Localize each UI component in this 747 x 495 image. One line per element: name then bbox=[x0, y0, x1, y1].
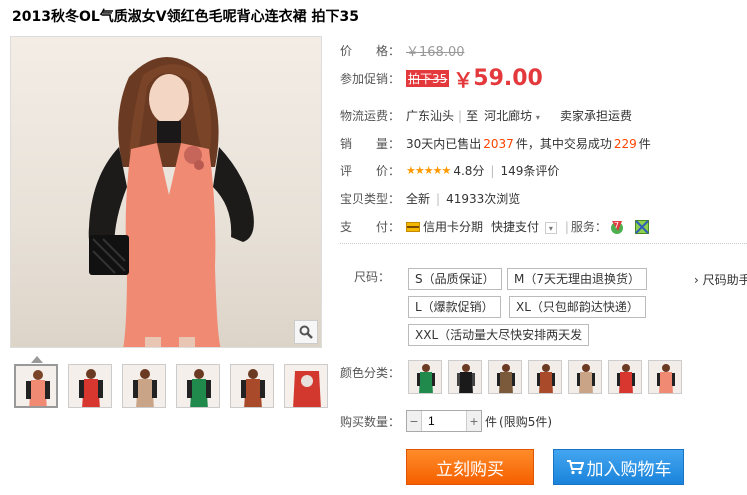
rating-row: 评 价： ★★★★★ 4.8分 | 149条评价 bbox=[340, 162, 560, 179]
section-divider bbox=[340, 243, 747, 244]
seven-day-return-icon[interactable]: 7 bbox=[609, 219, 625, 235]
thumbnail[interactable] bbox=[68, 364, 112, 408]
decrement-button[interactable]: − bbox=[407, 411, 421, 431]
item-type-row: 宝贝类型： 全新 | 41933次浏览 bbox=[340, 191, 521, 207]
shipping-note: 卖家承担运费 bbox=[559, 109, 632, 123]
promo-row: 参加促销： 拍下35 ￥ 59.00 bbox=[340, 64, 543, 93]
add-to-cart-button[interactable]: 加入购物车 bbox=[553, 449, 684, 485]
chevron-down-icon: ▾ bbox=[544, 222, 557, 234]
sales-label: 销 量： bbox=[340, 137, 401, 151]
promo-tag: 拍下35 bbox=[406, 70, 450, 87]
size-option-l[interactable]: L（爆款促销） bbox=[408, 296, 501, 318]
size-option-xl[interactable]: XL（只包邮韵达快递） bbox=[509, 296, 646, 318]
ship-to-selector[interactable]: 河北廊坊 ▾ bbox=[484, 107, 540, 124]
color-swatch[interactable] bbox=[528, 360, 562, 394]
ship-from: 广东汕头 bbox=[406, 109, 455, 123]
quick-pay: 快捷支付 bbox=[491, 220, 540, 234]
rating-score: 4.8分 bbox=[453, 164, 485, 178]
main-product-image[interactable] bbox=[10, 36, 322, 348]
thumbnail[interactable] bbox=[176, 364, 220, 408]
increment-button[interactable]: + bbox=[467, 411, 481, 431]
shipping-row: 物流运费： 广东汕头 | 至 河北廊坊 ▾ 卖家承担运费 bbox=[340, 107, 632, 124]
product-title: 2013秋冬OL气质淑女V领红色毛呢背心连衣裙 拍下35 bbox=[12, 9, 359, 25]
review-count-link[interactable]: 149条评价 bbox=[500, 162, 559, 179]
thumbnail[interactable] bbox=[122, 364, 166, 408]
add-to-cart-label: 加入购物车 bbox=[586, 459, 672, 480]
ship-to-word: 至 bbox=[466, 109, 479, 123]
quantity-stepper: − + bbox=[406, 410, 482, 432]
view-count: 41933次浏览 bbox=[446, 192, 521, 206]
payment-label: 支 付： bbox=[340, 220, 401, 234]
sales-mid: 件，其中交易成功 bbox=[515, 137, 612, 151]
shipping-label: 物流运费： bbox=[340, 109, 401, 123]
sales-prefix: 30天内已售出 bbox=[406, 137, 482, 151]
color-swatch[interactable] bbox=[608, 360, 642, 394]
star-rating-icon: ★★★★★ bbox=[406, 164, 451, 177]
quantity-unit: 件 bbox=[485, 414, 498, 429]
thumbnail[interactable] bbox=[14, 364, 58, 408]
thumbnail-strip bbox=[14, 364, 328, 408]
quantity-row: 购买数量： − + 件 (限购5件) bbox=[340, 410, 552, 432]
guarantee-icon[interactable] bbox=[634, 219, 649, 234]
size-option-m[interactable]: M（7天无理由退换货） bbox=[507, 268, 647, 290]
color-swatch[interactable] bbox=[408, 360, 442, 394]
thumbnail[interactable] bbox=[230, 364, 274, 408]
color-swatch[interactable] bbox=[648, 360, 682, 394]
size-option-s[interactable]: S（品质保证） bbox=[408, 268, 502, 290]
size-helper-link[interactable]: › 尺码助手 bbox=[694, 271, 747, 288]
color-swatch[interactable] bbox=[568, 360, 602, 394]
size-option-xxl[interactable]: XXL（活动量大尽快安排两天发 bbox=[408, 324, 590, 346]
thumbnail[interactable] bbox=[284, 364, 328, 408]
color-label: 颜色分类： bbox=[340, 366, 401, 380]
quick-pay-selector[interactable]: 快捷支付 ▾ bbox=[491, 218, 557, 235]
credit-installment[interactable]: 信用卡分期 bbox=[423, 218, 483, 235]
promo-price: 59.00 bbox=[473, 66, 543, 91]
service-label: 服务： bbox=[570, 220, 607, 234]
model-illustration bbox=[88, 57, 254, 347]
item-condition: 全新 bbox=[406, 192, 431, 206]
magnifier-icon bbox=[299, 325, 313, 339]
success-count: 229 bbox=[613, 136, 637, 151]
color-swatches bbox=[408, 360, 682, 394]
color-swatch[interactable] bbox=[488, 360, 522, 394]
rating-label: 评 价： bbox=[340, 164, 401, 178]
buy-now-button[interactable]: 立刻购买 bbox=[406, 449, 534, 485]
quantity-label: 购买数量： bbox=[340, 414, 401, 429]
currency-symbol: ￥ bbox=[453, 68, 474, 92]
payment-row: 支 付： 信用卡分期 快捷支付 ▾ | 服务： 7 bbox=[340, 218, 649, 235]
quantity-limit: (限购5件) bbox=[499, 414, 553, 429]
cart-icon bbox=[566, 460, 584, 475]
price-row: 价 格： ￥168.00 bbox=[340, 41, 465, 60]
color-row: 颜色分类： bbox=[340, 364, 406, 381]
quantity-input[interactable] bbox=[421, 411, 467, 431]
original-price: ￥168.00 bbox=[406, 45, 465, 60]
sold-count: 2037 bbox=[483, 136, 514, 151]
sales-row: 销 量： 30天内已售出 2037 件，其中交易成功 229 件 bbox=[340, 135, 651, 152]
buy-now-label: 立刻购买 bbox=[436, 459, 504, 480]
ship-to: 河北廊坊 bbox=[484, 109, 533, 123]
color-swatch[interactable] bbox=[448, 360, 482, 394]
chevron-down-icon: ▾ bbox=[535, 113, 540, 122]
thumbnail-caret bbox=[31, 356, 43, 363]
credit-card-icon bbox=[406, 221, 420, 232]
size-row: 尺码： bbox=[340, 268, 406, 285]
size-label: 尺码： bbox=[353, 270, 390, 284]
svg-text:7: 7 bbox=[614, 221, 619, 230]
promo-label: 参加促销： bbox=[340, 72, 401, 86]
zoom-button[interactable] bbox=[294, 320, 318, 344]
price-label: 价 格： bbox=[340, 44, 401, 58]
item-type-label: 宝贝类型： bbox=[340, 192, 401, 206]
sales-suffix: 件 bbox=[638, 137, 651, 151]
